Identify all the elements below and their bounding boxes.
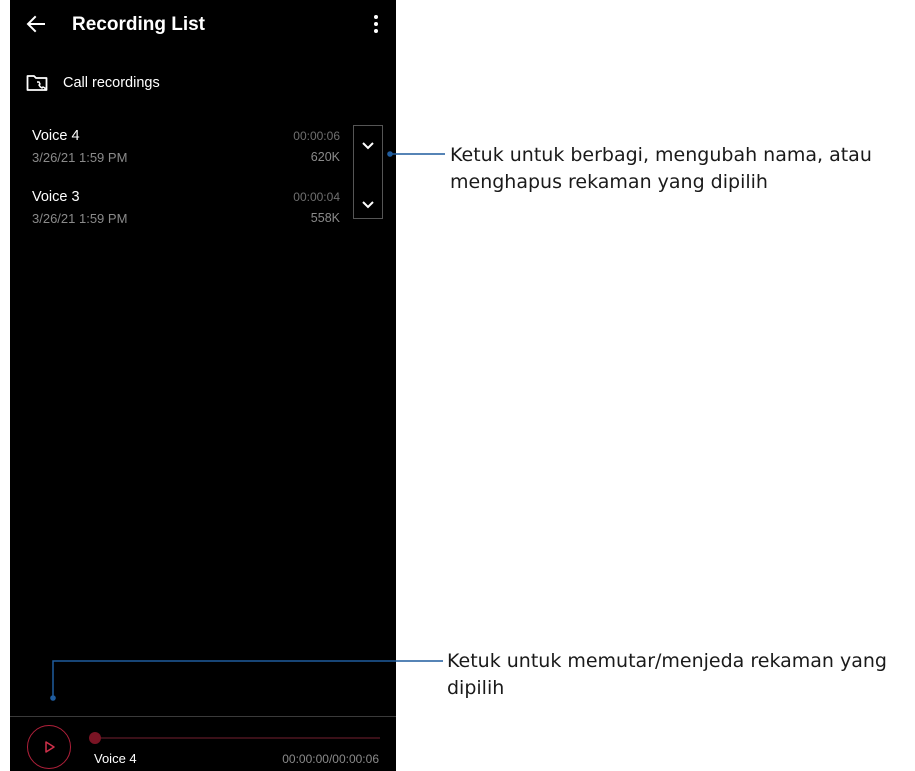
callout-play-text: Ketuk untuk memutar/menjeda rekaman yang… [447,648,887,702]
callout-dot-expand [387,151,393,157]
callout-expand-line1: Ketuk untuk berbagi, mengubah nama, atau [450,144,872,166]
callout-play-line2: dipilih [447,677,505,699]
callout-expand-text: Ketuk untuk berbagi, mengubah nama, atau… [450,142,872,196]
callout-expand-line2: menghapus rekaman yang dipilih [450,171,768,193]
callout-dot-play [50,695,56,701]
callout-line-play [52,660,443,698]
callout-play-line1: Ketuk untuk memutar/menjeda rekaman yang [447,650,887,672]
